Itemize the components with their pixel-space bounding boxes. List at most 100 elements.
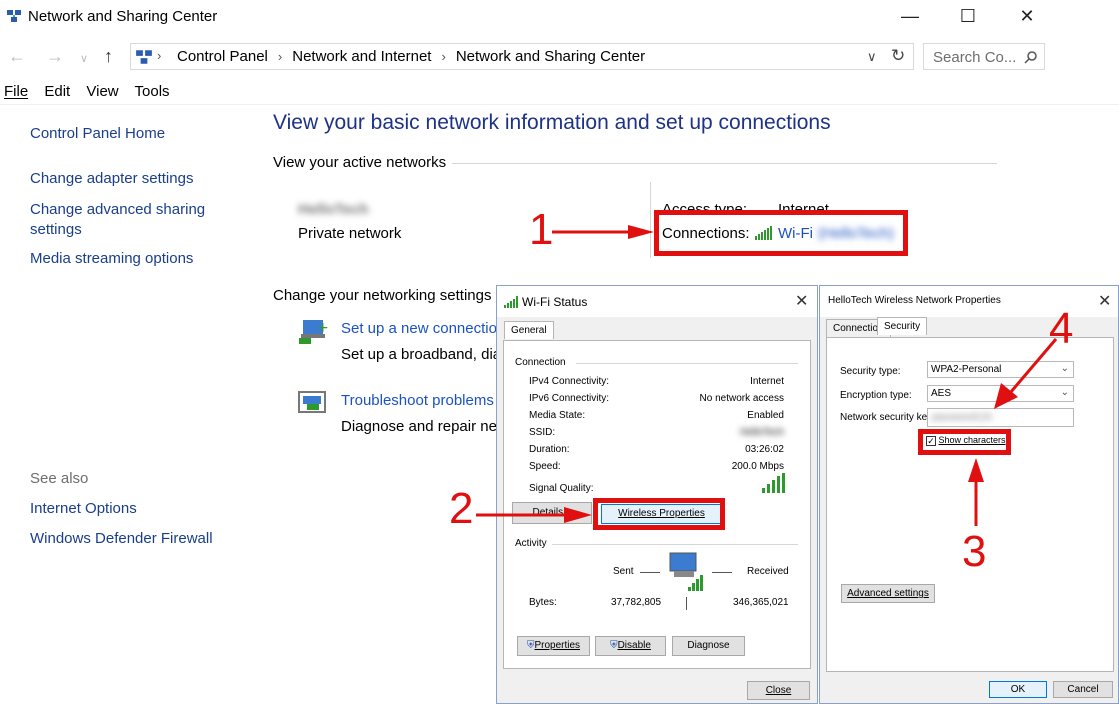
annotation-arrow-4 — [994, 338, 1058, 409]
media-state-value: Enabled — [747, 410, 784, 421]
tab-general[interactable]: General — [504, 321, 554, 339]
back-arrow-icon[interactable]: ← — [8, 46, 26, 67]
window-title: Network and Sharing Center — [28, 8, 218, 25]
menu-view[interactable]: View — [86, 83, 118, 100]
annotation-number-2: 2 — [449, 484, 474, 533]
shield-icon: ⛨ — [610, 640, 618, 651]
network-divider — [650, 182, 651, 258]
security-type-label: Security type: — [840, 366, 901, 377]
crumb-separator-icon: › — [441, 49, 446, 64]
media-state-label: Media State: — [529, 410, 586, 421]
group-divider — [552, 544, 798, 545]
properties-button[interactable]: ⛨Properties — [517, 636, 590, 656]
troubleshoot-link[interactable]: Troubleshoot problems — [341, 392, 496, 409]
forward-arrow-icon[interactable]: → — [46, 46, 64, 67]
ipv4-label: IPv4 Connectivity: — [529, 376, 610, 387]
annotation-box-3 — [918, 429, 1011, 455]
up-arrow-icon[interactable]: ↑ — [104, 46, 113, 67]
search-icon[interactable] — [1024, 50, 1038, 64]
sent-label: Sent — [613, 566, 634, 577]
chevron-down-icon: ⌄ — [1060, 363, 1069, 374]
diagnose-button[interactable]: Diagnose — [672, 636, 745, 656]
crumb-network-internet[interactable]: Network and Internet — [292, 48, 431, 65]
tab-security[interactable]: Security — [877, 317, 928, 335]
new-connection-icon: + — [299, 320, 329, 344]
troubleshoot-icon — [298, 391, 326, 413]
crumb-network-sharing[interactable]: Network and Sharing Center — [456, 48, 645, 65]
received-label: Received — [747, 566, 789, 577]
nav-control-panel-home[interactable]: Control Panel Home — [30, 125, 165, 143]
ok-button[interactable]: OK — [989, 681, 1047, 698]
close-button[interactable]: ✕ — [1004, 0, 1050, 32]
properties-label[interactable]: Properties — [534, 640, 580, 651]
wifi-signal-icon — [504, 296, 518, 308]
minimize-button[interactable]: — — [887, 0, 933, 32]
annotation-box-1 — [654, 210, 908, 256]
close-label[interactable]: Close — [766, 685, 792, 696]
wireless-properties-title: HelloTech Wireless Network Properties — [828, 295, 1001, 306]
nav-change-advanced-sharing[interactable]: Change advanced sharing settings — [30, 200, 220, 240]
nav-link[interactable]: Control Panel Home — [30, 125, 165, 142]
section-divider — [452, 163, 997, 164]
change-settings-label: Change your networking settings — [273, 287, 492, 304]
menu-bar: File Edit View Tools — [4, 83, 182, 100]
search-input[interactable]: Search Co... — [933, 49, 1016, 66]
annotation-number-3: 3 — [962, 527, 987, 576]
recent-chevron-icon[interactable]: ∨ — [80, 52, 88, 65]
nav-link[interactable]: Change advanced sharing settings — [30, 201, 205, 238]
annotation-box-2 — [593, 498, 725, 530]
duration-value: 03:26:02 — [745, 444, 784, 455]
ssid-label: SSID: — [529, 427, 556, 438]
annotation-arrow-3 — [968, 458, 984, 526]
close-dialog-button[interactable]: Close — [747, 681, 810, 700]
security-key-value: password123 — [932, 412, 992, 423]
signal-bars-icon — [762, 473, 785, 493]
nav-windows-firewall[interactable]: Windows Defender Firewall — [30, 530, 213, 547]
disable-label[interactable]: Disable — [618, 640, 651, 651]
advanced-settings-label[interactable]: Advanced settings — [847, 588, 929, 599]
setup-connection-desc: Set up a broadband, dial-up, or VPN conn… — [341, 346, 496, 363]
security-key-label: Network security key — [840, 412, 933, 423]
maximize-button[interactable]: ☐ — [945, 0, 991, 32]
duration-label: Duration: — [529, 444, 570, 455]
nav-link[interactable]: Change adapter settings — [30, 170, 193, 187]
bytes-label: Bytes: — [529, 597, 557, 608]
crumb-control-panel[interactable]: Control Panel — [177, 48, 268, 65]
nav-link[interactable]: Media streaming options — [30, 250, 193, 267]
breadcrumb: Control Panel › Network and Internet › Netwo… — [177, 48, 645, 65]
disable-button[interactable]: ⛨Disable — [595, 636, 666, 656]
address-dropdown-icon[interactable]: ∨ — [867, 49, 877, 65]
active-networks-label: View your active networks — [273, 154, 447, 171]
ipv6-value: No network access — [699, 393, 784, 404]
activity-group-label: Activity — [515, 538, 547, 549]
wifi-status-titlebar: Wi-Fi Status ✕ — [497, 286, 817, 317]
bytes-divider — [686, 597, 687, 610]
wifi-status-dialog: Wi-Fi Status ✕ General Connection IPv4 C… — [496, 285, 818, 704]
page-title: View your basic network information and … — [273, 111, 831, 134]
ssid-value: HelloTech — [740, 427, 784, 438]
control-panel-icon — [136, 50, 152, 64]
setup-connection-link[interactable]: Set up a new connection or network — [341, 320, 496, 337]
speed-value: 200.0 Mbps — [731, 461, 784, 472]
menu-edit[interactable]: Edit — [44, 83, 70, 100]
menu-tools[interactable]: Tools — [135, 83, 170, 100]
nav-internet-options[interactable]: Internet Options — [30, 500, 137, 517]
search-box[interactable]: Search Co... — [923, 43, 1045, 70]
received-line — [712, 572, 732, 573]
close-icon[interactable]: ✕ — [1098, 291, 1111, 311]
advanced-settings-button[interactable]: Advanced settings — [841, 584, 935, 603]
crumb-separator-icon: › — [157, 48, 162, 63]
wifi-status-title: Wi-Fi Status — [522, 295, 588, 309]
menu-file[interactable]: File — [4, 83, 28, 100]
close-icon[interactable]: ✕ — [795, 291, 808, 311]
address-bar[interactable]: › Control Panel › Network and Internet › Net… — [130, 43, 914, 70]
cancel-button[interactable]: Cancel — [1053, 681, 1113, 698]
troubleshoot-desc: Diagnose and repair network problems — [341, 418, 496, 435]
refresh-icon[interactable]: ↻ — [891, 46, 905, 66]
chevron-down-icon: ⌄ — [1060, 387, 1069, 398]
connection-group-label: Connection — [515, 357, 566, 368]
title-bar: Network and Sharing Center — ☐ ✕ — [0, 0, 1119, 36]
crumb-separator-icon: › — [277, 49, 283, 64]
nav-change-adapter[interactable]: Change adapter settings — [30, 170, 193, 188]
nav-media-streaming[interactable]: Media streaming options — [30, 250, 193, 268]
